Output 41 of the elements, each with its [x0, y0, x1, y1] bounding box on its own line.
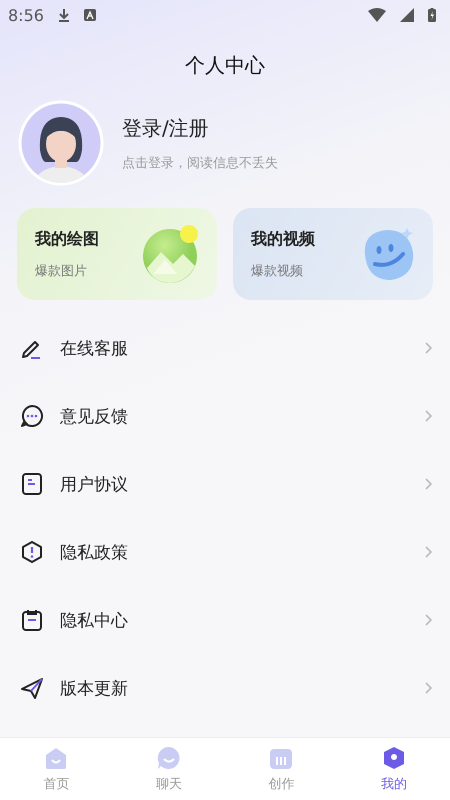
- login-register-link[interactable]: 登录/注册: [122, 114, 278, 142]
- card-subtitle: 爆款视频: [251, 262, 304, 280]
- chevron-right-icon: [425, 682, 432, 694]
- chevron-right-icon: [425, 410, 432, 422]
- menu-label: 隐私中心: [60, 610, 129, 632]
- menu-label: 用户协议: [60, 474, 129, 496]
- chat-tab-icon: [156, 745, 182, 771]
- chevron-right-icon: [425, 342, 432, 354]
- nav-tab[interactable]: 我的: [338, 738, 450, 800]
- document-icon: [20, 472, 44, 496]
- paper-plane-icon: [20, 676, 44, 700]
- menu-item[interactable]: 隐私中心: [0, 586, 450, 654]
- chevron-right-icon: [425, 478, 432, 490]
- picture-icon: [143, 224, 199, 284]
- card-title: 我的绘图: [35, 228, 99, 250]
- menu-item[interactable]: 意见反馈: [0, 382, 450, 450]
- keyboard-icon: [84, 9, 96, 21]
- card-title: 我的视频: [251, 228, 315, 250]
- battery-icon: [428, 8, 436, 22]
- login-hint: 点击登录，阅读信息不丢失: [122, 154, 278, 172]
- menu-item[interactable]: 用户协议: [0, 450, 450, 518]
- shield-alert-icon: [20, 540, 44, 564]
- menu-item[interactable]: 版本更新: [0, 654, 450, 722]
- menu-item[interactable]: 在线客服: [0, 314, 450, 382]
- my-drawings-card[interactable]: 我的绘图 爆款图片: [17, 208, 217, 300]
- speech-bubble-icon: [20, 404, 44, 428]
- menu-label: 在线客服: [60, 338, 129, 360]
- chevron-right-icon: [425, 614, 432, 626]
- page-title: 个人中心: [184, 52, 266, 79]
- signal-icon: [400, 8, 414, 22]
- menu-label: 版本更新: [60, 678, 129, 700]
- menu-item[interactable]: 隐私政策: [0, 518, 450, 586]
- menu-label: 隐私政策: [60, 542, 129, 564]
- download-icon: [58, 8, 70, 22]
- my-videos-card[interactable]: 我的视频 爆款视频: [233, 208, 433, 300]
- chevron-right-icon: [425, 546, 432, 558]
- clipboard-icon: [20, 608, 44, 632]
- status-time: 8:56: [8, 6, 44, 24]
- wifi-icon: [368, 8, 386, 22]
- card-subtitle: 爆款图片: [35, 262, 88, 280]
- menu-label: 意见反馈: [60, 406, 129, 428]
